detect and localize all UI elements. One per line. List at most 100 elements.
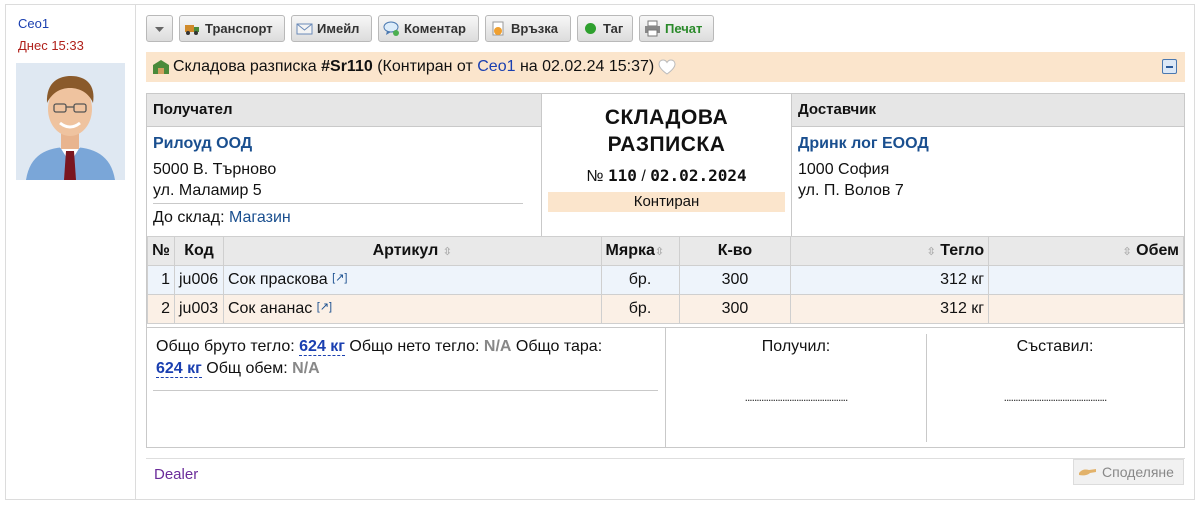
doc-number-prefix: №	[586, 168, 604, 185]
recipient-divider	[153, 203, 523, 204]
recipient-box: Получател Рилоуд ООД 5000 В. Търново ул.…	[147, 94, 542, 236]
row-article-name: Сок праскова	[227, 271, 328, 288]
items-table: № Код Артикул ⇳ Мярка⇳ К-во ⇳ Тегло ⇳ Об…	[147, 236, 1184, 324]
doc-number-date: 02.02.2024	[650, 166, 747, 185]
row-volume	[988, 265, 1184, 295]
sort-icon[interactable]: ⇳	[443, 246, 452, 258]
net-weight-label: Общо нето тегло:	[349, 338, 480, 355]
author-name-link[interactable]: Ceo1	[18, 16, 49, 31]
col-number: №	[147, 236, 175, 266]
dealer-link[interactable]: Dealer	[154, 466, 198, 483]
doc-number-separator: /	[641, 168, 646, 185]
warehouse-link[interactable]: Магазин	[229, 209, 291, 226]
row-article: Сок ананас [↗]	[222, 294, 602, 324]
table-row: 2 ju003 Сок ананас [↗] бр. 300 312 кг	[147, 294, 1184, 324]
row-article: Сок праскова [↗]	[222, 265, 602, 295]
link-icon	[492, 21, 504, 36]
doc-number-value: 110	[608, 166, 637, 185]
col-article-label: Артикул	[372, 242, 439, 259]
row-number: 1	[147, 265, 175, 295]
col-quantity: К-во	[678, 236, 792, 266]
collapse-minus-icon[interactable]	[1162, 59, 1177, 74]
tag-button[interactable]: Таг	[577, 15, 633, 42]
recipient-company-link[interactable]: Рилоуд ООД	[153, 135, 252, 153]
row-unit: бр.	[600, 294, 680, 324]
document-title-box: СКЛАДОВА РАЗПИСКА № 110 / 02.02.2024 Кон…	[542, 94, 791, 236]
link-button[interactable]: Връзка	[485, 15, 571, 42]
col-weight[interactable]: ⇳ Тегло	[790, 236, 990, 266]
heart-icon[interactable]	[658, 59, 676, 75]
sort-icon[interactable]: ⇳	[927, 246, 936, 258]
doc-state-badge: Контиран	[548, 192, 785, 212]
row-article-name: Сок ананас	[227, 300, 313, 317]
supplier-address-1: 1000 София	[798, 161, 890, 178]
col-article[interactable]: Артикул ⇳	[222, 236, 602, 266]
volume-label: Общ обем:	[206, 360, 288, 377]
recipient-heading: Получател	[147, 94, 541, 127]
person-avatar-icon	[16, 63, 125, 180]
composed-label: Съставил:	[1016, 338, 1094, 355]
more-menu-button[interactable]	[146, 15, 173, 42]
print-button[interactable]: Печат	[639, 15, 714, 42]
header-status: (Контиран от	[377, 58, 473, 75]
receipt-document: Получател Рилоуд ООД 5000 В. Търново ул.…	[146, 93, 1185, 448]
row-weight: 312 кг	[790, 265, 990, 295]
col-unit[interactable]: Мярка⇳	[600, 236, 680, 266]
col-code: Код	[173, 236, 224, 266]
sort-icon[interactable]: ⇳	[655, 246, 664, 258]
signature-composed: Съставил: ..............................…	[926, 327, 1184, 448]
header-user-link[interactable]: Ceo1	[477, 58, 515, 76]
email-button[interactable]: Имейл	[291, 15, 372, 42]
header-title: Складова разписка	[173, 58, 317, 75]
received-label: Получил:	[761, 338, 831, 355]
external-link-icon[interactable]: [↗]	[332, 272, 347, 284]
share-button[interactable]: Споделяне	[1073, 459, 1184, 485]
author-column: Ceo1 Днес 15:33	[5, 4, 136, 500]
transport-label: Транспорт	[205, 21, 273, 36]
supplier-heading: Доставчик	[792, 94, 1184, 127]
gross-weight-value[interactable]: 624 кг	[299, 338, 345, 356]
table-row: 1 ju006 Сок праскова [↗] бр. 300 312 кг	[147, 265, 1184, 295]
recipient-address-2: ул. Маламир 5	[153, 182, 262, 199]
warehouse-label: До склад:	[153, 209, 225, 226]
composed-signature-line: ........................................…	[1003, 390, 1108, 404]
link-label: Връзка	[511, 21, 559, 36]
supplier-address-2: ул. П. Волов 7	[798, 182, 904, 199]
tag-label: Таг	[603, 21, 624, 36]
row-number: 2	[147, 294, 175, 324]
totals-summary: Общо бруто тегло: 624 кг Общо нето тегло…	[147, 327, 666, 448]
footer-divider	[146, 458, 1185, 459]
table-header-row: № Код Артикул ⇳ Мярка⇳ К-во ⇳ Тегло ⇳ Об…	[147, 236, 1184, 266]
col-volume-label: Обем	[1136, 242, 1179, 259]
comment-label: Коментар	[404, 21, 466, 36]
row-weight: 312 кг	[790, 294, 990, 324]
author-date: Днес 15:33	[18, 38, 84, 53]
avatar	[16, 63, 125, 180]
warehouse-icon	[153, 60, 169, 74]
recipient-address-1: 5000 В. Търново	[153, 161, 277, 178]
share-label: Споделяне	[1102, 464, 1174, 480]
tare-value[interactable]: 624 кг	[156, 360, 202, 378]
doc-title-line-1: СКЛАДОВА	[604, 106, 729, 129]
external-link-icon[interactable]: [↗]	[317, 301, 332, 313]
tag-dot-icon	[585, 23, 596, 34]
transport-button[interactable]: Транспорт	[179, 15, 285, 42]
chevron-down-icon	[155, 27, 164, 32]
comment-icon	[383, 21, 399, 36]
col-volume[interactable]: ⇳ Обем	[988, 236, 1184, 266]
recipient-warehouse: До склад: Магазин	[153, 209, 291, 227]
tare-label: Общо тара:	[515, 338, 603, 355]
sort-icon[interactable]: ⇳	[1122, 246, 1131, 258]
gross-weight-label: Общо бруто тегло:	[156, 338, 295, 355]
envelope-icon	[296, 23, 313, 35]
comment-button[interactable]: Коментар	[378, 15, 479, 42]
row-code: ju003	[173, 294, 224, 324]
printer-icon	[645, 20, 660, 37]
supplier-box: Доставчик Дринк лог ЕООД 1000 София ул. …	[791, 94, 1184, 236]
col-unit-label: Мярка	[605, 242, 655, 259]
email-label: Имейл	[317, 21, 360, 36]
print-label: Печат	[665, 21, 703, 36]
supplier-company-link[interactable]: Дринк лог ЕООД	[798, 135, 929, 153]
received-signature-line: ........................................…	[744, 390, 849, 404]
doc-number: № 110 / 02.02.2024	[542, 166, 791, 186]
